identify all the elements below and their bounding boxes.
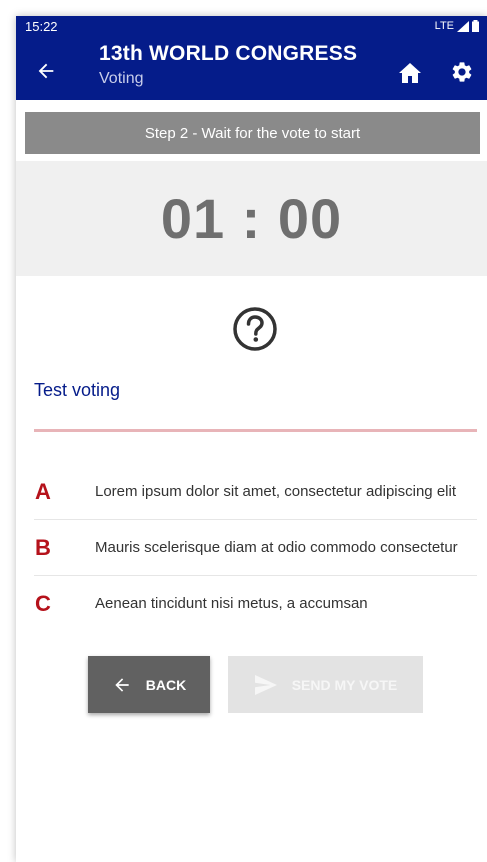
app-bar-titles: 13th WORLD CONGRESS Voting (99, 42, 357, 88)
status-time: 15:22 (25, 18, 58, 34)
option-text: Mauris scelerisque diam at odio commodo … (95, 538, 458, 556)
countdown-timer: 01 : 00 (160, 187, 343, 250)
option-a[interactable]: A Lorem ipsum dolor sit amet, consectetu… (34, 464, 477, 520)
app-bar: 13th WORLD CONGRESS Voting (16, 36, 487, 100)
back-arrow-icon[interactable] (35, 60, 57, 82)
signal-icon (457, 20, 469, 32)
question-title: Test voting (34, 380, 121, 400)
option-text: Aenean tincidunt nisi metus, a accumsan (95, 595, 368, 612)
option-text: Lorem ipsum dolor sit amet, consectetur … (95, 482, 456, 500)
battery-icon (472, 20, 479, 32)
send-icon (254, 674, 277, 695)
arrow-left-icon (115, 677, 129, 692)
status-indicators: LTE (435, 20, 479, 32)
option-letter: A (35, 478, 51, 504)
home-icon[interactable] (398, 62, 422, 84)
app-subtitle: Voting (99, 70, 144, 87)
phone-frame: 15:22 LTE 13th WORLD CONGRESS Voting Ste… (16, 16, 487, 862)
question-divider (34, 429, 477, 432)
option-letter: B (35, 534, 51, 560)
send-vote-label: SEND MY VOTE (291, 676, 398, 693)
gear-icon[interactable] (450, 60, 474, 84)
app-title: 13th WORLD CONGRESS (99, 42, 358, 65)
option-c[interactable]: C Aenean tincidunt nisi metus, a accumsa… (34, 576, 477, 632)
network-label: LTE (434, 20, 454, 32)
back-button-label: BACK (145, 676, 187, 693)
back-button[interactable]: BACK (88, 656, 210, 713)
option-b[interactable]: B Mauris scelerisque diam at odio commod… (34, 520, 477, 576)
option-letter: C (35, 591, 51, 616)
step-banner: Step 2 - Wait for the vote to start (25, 112, 480, 154)
options-list: A Lorem ipsum dolor sit amet, consectetu… (34, 464, 477, 632)
question-circle-icon (233, 307, 277, 351)
send-vote-button[interactable]: SEND MY VOTE (228, 656, 423, 713)
status-bar: 15:22 LTE (16, 16, 487, 36)
timer-panel: 01 : 00 (16, 161, 487, 276)
